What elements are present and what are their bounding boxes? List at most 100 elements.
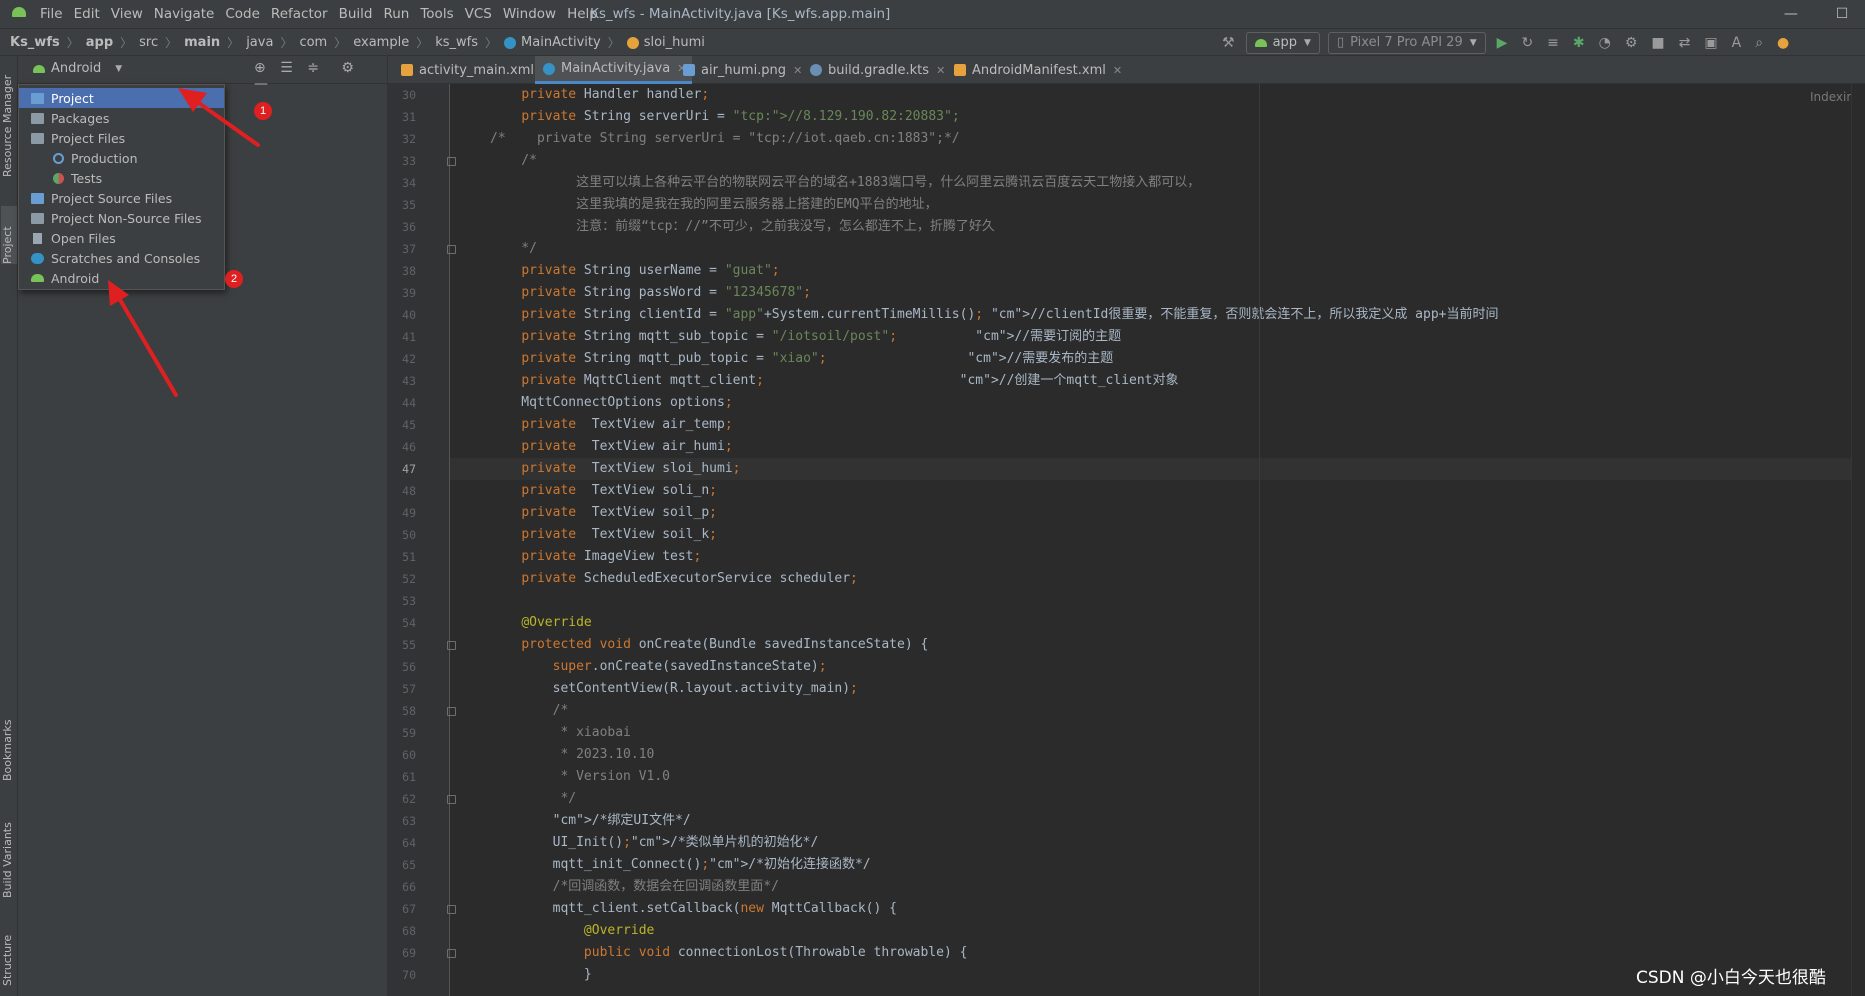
code-line[interactable]: mqtt_init_Connect();"cm">/*初始化连接函数*/ — [450, 854, 1865, 876]
debug-icon[interactable]: ✱ — [1573, 35, 1585, 51]
locate-icon[interactable]: ⊕ — [254, 60, 266, 76]
tab-activity-main-xml[interactable]: activity_main.xml ✕ — [393, 56, 556, 84]
tab-androidmanifest-xml[interactable]: AndroidManifest.xml ✕ — [946, 56, 1128, 84]
code-line[interactable]: private MqttClient mqtt_client; "cm">//创… — [450, 370, 1865, 392]
code-line[interactable]: /* private String serverUri = "tcp://iot… — [450, 128, 1865, 150]
fold-marker-icon[interactable] — [447, 157, 456, 166]
code-line[interactable]: private String userName = "guat"; — [450, 260, 1865, 282]
resource-manager-tab[interactable]: Resource Manager — [1, 62, 17, 177]
structure-tab[interactable]: Structure — [1, 906, 17, 986]
code-line[interactable]: setContentView(R.layout.activity_main); — [450, 678, 1865, 700]
code-line[interactable]: private String mqtt_sub_topic = "/iotsoi… — [450, 326, 1865, 348]
code-line[interactable]: super.onCreate(savedInstanceState); — [450, 656, 1865, 678]
menu-run[interactable]: Run — [383, 6, 409, 22]
crumb-src[interactable]: src — [139, 35, 158, 50]
fold-marker-icon[interactable] — [447, 795, 456, 804]
code-line[interactable]: /* — [450, 700, 1865, 722]
code-line[interactable]: 注意：前缀“tcp：//”不可少，之前我没写，怎么都连不上，折腾了好久 — [450, 216, 1865, 238]
project-tab[interactable]: Project — [1, 206, 17, 264]
device-manager-icon[interactable]: ▣ — [1704, 35, 1717, 51]
code-line[interactable]: private TextView sloi_humi; — [450, 458, 1865, 480]
code-line[interactable]: private String mqtt_pub_topic = "xiao"; … — [450, 348, 1865, 370]
crumb-module[interactable]: app — [86, 35, 113, 50]
menu-build[interactable]: Build — [339, 6, 373, 22]
code-line[interactable]: private TextView soil_p; — [450, 502, 1865, 524]
hammer-icon[interactable]: ⚒ — [1222, 35, 1235, 51]
code-line[interactable]: @Override — [450, 612, 1865, 634]
fold-marker-icon[interactable] — [447, 707, 456, 716]
code-line[interactable]: private Handler handler; — [450, 84, 1865, 106]
build-variants-tab[interactable]: Build Variants — [1, 798, 17, 898]
code-line[interactable]: private TextView soil_k; — [450, 524, 1865, 546]
fold-marker-icon[interactable] — [447, 949, 456, 958]
crumb-project[interactable]: Ks_wfs — [10, 35, 60, 50]
menu-window[interactable]: Window — [503, 6, 556, 22]
maximize-button[interactable]: ☐ — [1819, 0, 1865, 28]
code-line[interactable]: MqttConnectOptions options; — [450, 392, 1865, 414]
code-line[interactable]: "cm">/*绑定UI文件*/ — [450, 810, 1865, 832]
menu-item-packages[interactable]: Packages — [19, 108, 224, 128]
menu-item-project[interactable]: Project — [19, 88, 224, 108]
menu-view[interactable]: View — [111, 6, 143, 22]
code-line[interactable]: private String passWord = "12345678"; — [450, 282, 1865, 304]
apply-changes-icon[interactable]: ≡ — [1547, 35, 1559, 51]
menu-item-production[interactable]: Production — [19, 148, 224, 168]
menu-item-project-files[interactable]: Project Files — [19, 128, 224, 148]
menu-code[interactable]: Code — [225, 6, 260, 22]
code-line[interactable]: @Override — [450, 920, 1865, 942]
code-line[interactable]: * Version V1.0 — [450, 766, 1865, 788]
rerun-icon[interactable]: ↻ — [1521, 35, 1533, 51]
crumb-package[interactable]: ks_wfs — [435, 35, 478, 50]
code-line[interactable]: private TextView air_temp; — [450, 414, 1865, 436]
tab-mainactivity-java[interactable]: MainActivity.java ✕ — [535, 56, 693, 84]
code-line[interactable]: private TextView soli_n; — [450, 480, 1865, 502]
code-line[interactable]: * 2023.10.10 — [450, 744, 1865, 766]
menu-item-tests[interactable]: Tests — [19, 168, 224, 188]
code-editor[interactable]: private Handler handler; private String … — [450, 84, 1865, 996]
crumb-field[interactable]: sloi_humi — [644, 35, 705, 50]
crumb-class[interactable]: MainActivity — [521, 35, 601, 50]
tab-build-gradle-kts[interactable]: build.gradle.kts ✕ — [802, 56, 951, 84]
code-line[interactable]: 这里可以填上各种云平台的物联网云平台的域名+1883端口号，什么阿里云腾讯云百度… — [450, 172, 1865, 194]
translate-icon[interactable]: A — [1732, 35, 1742, 51]
code-line[interactable]: /* — [450, 150, 1865, 172]
menu-item-project-source-files[interactable]: Project Source Files — [19, 188, 224, 208]
gear-icon[interactable]: ⚙ — [341, 60, 354, 76]
bookmarks-tab[interactable]: Bookmarks — [1, 701, 17, 781]
menu-item-android[interactable]: Android — [19, 268, 224, 288]
menu-file[interactable]: File — [40, 6, 63, 22]
crumb-example[interactable]: example — [353, 35, 409, 50]
code-line[interactable] — [450, 590, 1865, 612]
menu-item-open-files[interactable]: Open Files — [19, 228, 224, 248]
minimize-button[interactable]: — — [1768, 0, 1814, 28]
code-line[interactable]: */ — [450, 788, 1865, 810]
crumb-main[interactable]: main — [184, 35, 220, 50]
crumb-com[interactable]: com — [299, 35, 327, 50]
code-line[interactable]: * xiaobai — [450, 722, 1865, 744]
menu-item-project-non-source-files[interactable]: Project Non-Source Files — [19, 208, 224, 228]
stop-icon[interactable]: ■ — [1651, 35, 1664, 51]
collapse-all-icon[interactable]: ≑ — [307, 60, 319, 76]
close-icon[interactable]: ✕ — [793, 64, 802, 77]
hide-icon[interactable]: — — [254, 76, 268, 92]
search-icon[interactable]: ⌕ — [1755, 35, 1763, 51]
run-config-selector[interactable]: app ▼ — [1245, 31, 1320, 54]
code-line[interactable]: private ImageView test; — [450, 546, 1865, 568]
menu-navigate[interactable]: Navigate — [154, 6, 215, 22]
menu-item-scratches-and-consoles[interactable]: Scratches and Consoles — [19, 248, 224, 268]
tab-air-humi-png[interactable]: air_humi.png ✕ — [675, 56, 808, 84]
editor-scroll-strip[interactable] — [1851, 84, 1865, 996]
code-line[interactable]: private String serverUri = "tcp:">//8.12… — [450, 106, 1865, 128]
code-line[interactable]: 这里我填的是我在我的阿里云服务器上搭建的EMQ平台的地址， — [450, 194, 1865, 216]
close-icon[interactable]: ✕ — [936, 64, 945, 77]
code-line[interactable]: private ScheduledExecutorService schedul… — [450, 568, 1865, 590]
menu-tools[interactable]: Tools — [420, 6, 453, 22]
fold-marker-icon[interactable] — [447, 905, 456, 914]
code-line[interactable]: /*回调函数，数据会在回调函数里面*/ — [450, 876, 1865, 898]
code-line[interactable]: protected void onCreate(Bundle savedInst… — [450, 634, 1865, 656]
menu-refactor[interactable]: Refactor — [271, 6, 328, 22]
update-icon[interactable]: ● — [1777, 35, 1789, 51]
expand-all-icon[interactable]: ☰ — [280, 60, 293, 76]
profile-icon[interactable]: ◔ — [1599, 35, 1611, 51]
code-line[interactable]: private String clientId = "app"+System.c… — [450, 304, 1865, 326]
